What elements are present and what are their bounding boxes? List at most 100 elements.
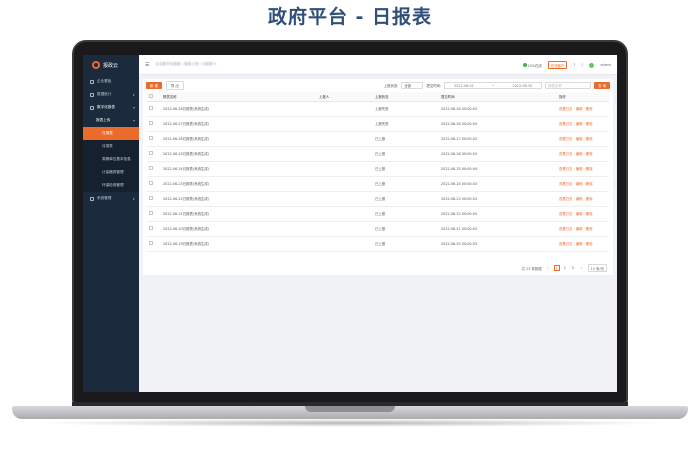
row-checkbox[interactable] bbox=[149, 196, 153, 200]
main-area: ☰ 企业数字化报表 / 报表上传 / 日报表 ▾ 10%在线 在线客户 ? ♪ … bbox=[139, 55, 617, 392]
row-checkbox[interactable] bbox=[149, 121, 153, 125]
row-checkbox[interactable] bbox=[149, 166, 153, 170]
select-all-checkbox[interactable] bbox=[149, 94, 153, 98]
row-time: 2022-06-25 00:00:04 bbox=[441, 161, 559, 177]
search-button[interactable]: 查 询 bbox=[594, 81, 610, 90]
sidebar-item-7[interactable]: 计量器具管理 bbox=[83, 166, 139, 179]
sidebar-item-label: 计量器具管理 bbox=[102, 170, 124, 174]
pagination: 共 23 条数据 ‹ 123 › 10 条/页 bbox=[522, 264, 607, 272]
row-actions[interactable]: 查看日志 · 编辑 · 删除 bbox=[559, 236, 609, 252]
sidebar-item-8[interactable]: 环保检测管理 bbox=[83, 179, 139, 192]
row-actions[interactable]: 查看日志 · 编辑 · 删除 bbox=[559, 116, 609, 132]
row-checkbox-cell bbox=[147, 221, 163, 237]
row-actions[interactable]: 查看日志 · 编辑 · 删除 bbox=[559, 176, 609, 192]
chevron-icon: ▸ bbox=[132, 196, 135, 201]
row-name: 2022-06-27日报表(系统生成) bbox=[163, 116, 319, 132]
table-row[interactable]: 2022-06-19日报表(系统生成) 已上报 2022-06-20 00:00:0… bbox=[147, 236, 609, 252]
row-actions[interactable]: 查看日志 · 编辑 · 删除 bbox=[559, 161, 609, 177]
table-row[interactable]: 2022-06-28日报表(系统生成) 上报失败 2022-06-28 00:00:… bbox=[147, 101, 609, 117]
table-row[interactable]: 2022-06-23日报表(系统生成) 已上报 2022-06-24 00:00:0… bbox=[147, 176, 609, 192]
row-actions[interactable]: 查看日志 · 编辑 · 删除 bbox=[559, 131, 609, 147]
menu-toggle-icon[interactable]: ☰ bbox=[145, 62, 149, 68]
row-status: 已上报 bbox=[375, 131, 441, 147]
row-checkbox[interactable] bbox=[149, 226, 153, 230]
select-all-cell bbox=[147, 92, 163, 102]
row-status: 已上报 bbox=[375, 176, 441, 192]
row-name: 2022-06-22日报表(系统生成) bbox=[163, 191, 319, 207]
page-number-button[interactable]: 3 bbox=[570, 265, 576, 271]
row-actions[interactable]: 查看日志 · 编辑 · 删除 bbox=[559, 146, 609, 162]
prev-page-button[interactable]: ‹ bbox=[545, 265, 551, 271]
status-select[interactable]: 全部 bbox=[401, 82, 424, 89]
sidebar-item-6[interactable]: 周期单位基本信息 bbox=[83, 153, 139, 166]
search-input[interactable]: 报表名称 bbox=[545, 82, 592, 89]
sidebar-item-icon bbox=[90, 92, 94, 97]
online-dot-icon bbox=[522, 62, 527, 67]
user-name[interactable]: admin bbox=[600, 63, 611, 67]
row-checkbox[interactable] bbox=[149, 211, 153, 215]
sidebar-item-1[interactable]: 数据统计 ▸ bbox=[83, 88, 139, 101]
sidebar-item-0[interactable]: 企业看板 bbox=[83, 75, 139, 88]
row-actions[interactable]: 查看日志 · 编辑 · 删除 bbox=[559, 221, 609, 237]
table-row[interactable]: 2022-06-22日报表(系统生成) 已上报 2022-06-23 00:00:0… bbox=[147, 191, 609, 207]
sidebar-item-4[interactable]: 日报表 bbox=[83, 127, 139, 140]
row-checkbox-cell bbox=[147, 131, 163, 147]
sidebar-item-2[interactable]: 数字化报表 ▾ bbox=[83, 101, 139, 114]
page-title: 政府平台 - 日报表 bbox=[267, 6, 433, 28]
row-actions[interactable]: 查看日志 · 编辑 · 删除 bbox=[559, 101, 609, 117]
row-time: 2022-06-23 00:00:03 bbox=[441, 191, 559, 207]
page-number-button[interactable]: 1 bbox=[553, 265, 560, 271]
toolbar: 新 增 导 出 上报状态: 全部 提交时间: 2022-06-01 ~ 2022… bbox=[143, 79, 613, 92]
bell-icon[interactable]: ♪ bbox=[581, 63, 583, 67]
sidebar-item-3[interactable]: 报表上传 ▾ bbox=[83, 114, 139, 127]
customer-tag-button[interactable]: 在线客户 bbox=[547, 61, 568, 69]
avatar[interactable] bbox=[589, 62, 595, 68]
row-reporter bbox=[319, 236, 375, 252]
row-checkbox[interactable] bbox=[149, 136, 153, 140]
export-button[interactable]: 导 出 bbox=[165, 81, 184, 90]
row-checkbox[interactable] bbox=[149, 181, 153, 185]
sidebar-item-5[interactable]: 月报表 bbox=[83, 140, 139, 153]
row-checkbox-cell bbox=[147, 206, 163, 222]
help-icon[interactable]: ? bbox=[573, 63, 575, 67]
page-size-select[interactable]: 10 条/页 bbox=[587, 264, 607, 272]
content-card: 新 增 导 出 上报状态: 全部 提交时间: 2022-06-01 ~ 2022… bbox=[143, 79, 613, 275]
pagination-total: 共 23 条数据 bbox=[521, 266, 542, 271]
sidebar-item-icon bbox=[90, 196, 94, 201]
table-row[interactable]: 2022-06-25日报表(系统生成) 已上报 2022-06-26 00:00:0… bbox=[147, 146, 609, 162]
add-button[interactable]: 新 增 bbox=[146, 81, 162, 90]
table-row[interactable]: 2022-06-20日报表(系统生成) 已上报 2022-06-21 00:00:0… bbox=[147, 221, 609, 237]
row-reporter bbox=[319, 206, 375, 222]
row-checkbox-cell bbox=[147, 161, 163, 177]
row-time: 2022-06-27 00:00:03 bbox=[441, 131, 559, 147]
row-reporter bbox=[319, 131, 375, 147]
page-number-button[interactable]: 2 bbox=[562, 265, 568, 271]
row-reporter bbox=[319, 116, 375, 132]
chevron-icon: ▸ bbox=[132, 92, 135, 97]
report-table: 报表名称 上报人 上报状态 提交时间 操作 2022-06-28日报表(系统生成… bbox=[147, 92, 609, 252]
row-reporter bbox=[319, 101, 375, 117]
table-row[interactable]: 2022-06-21日报表(系统生成) 已上报 2022-06-22 00:00:0… bbox=[147, 206, 609, 222]
online-label: 10%在线 bbox=[527, 63, 542, 68]
table-row[interactable]: 2022-06-24日报表(系统生成) 已上报 2022-06-25 00:00:0… bbox=[147, 161, 609, 177]
sidebar-item-9[interactable]: 系统管理 ▸ bbox=[83, 192, 139, 205]
row-reporter bbox=[319, 221, 375, 237]
breadcrumb[interactable]: 企业数字化报表 / 报表上传 / 日报表 ▾ bbox=[155, 62, 215, 67]
date-range-picker[interactable]: 2022-06-01 ~ 2022-06-30 bbox=[444, 82, 543, 89]
logo[interactable]: 报政云 bbox=[83, 55, 139, 75]
sidebar-item-label: 数字化报表 bbox=[97, 105, 115, 109]
table-body: 2022-06-28日报表(系统生成) 上报失败 2022-06-28 00:00:… bbox=[147, 101, 609, 252]
next-page-button[interactable]: › bbox=[579, 265, 585, 271]
table-row[interactable]: 2022-06-27日报表(系统生成) 上报失败 2022-06-28 00:00:… bbox=[147, 116, 609, 132]
table-row[interactable]: 2022-06-26日报表(系统生成) 已上报 2022-06-27 00:00:0… bbox=[147, 131, 609, 147]
sidebar-item-label: 月报表 bbox=[102, 144, 113, 148]
row-checkbox[interactable] bbox=[149, 106, 153, 110]
logo-icon bbox=[92, 61, 100, 69]
sidebar-item-label: 数据统计 bbox=[97, 92, 112, 96]
row-actions[interactable]: 查看日志 · 编辑 · 删除 bbox=[559, 191, 609, 207]
chevron-icon: ▾ bbox=[132, 105, 135, 110]
row-checkbox[interactable] bbox=[149, 241, 153, 245]
row-name: 2022-06-25日报表(系统生成) bbox=[163, 146, 319, 162]
row-actions[interactable]: 查看日志 · 编辑 · 删除 bbox=[559, 206, 609, 222]
row-checkbox[interactable] bbox=[149, 151, 153, 155]
